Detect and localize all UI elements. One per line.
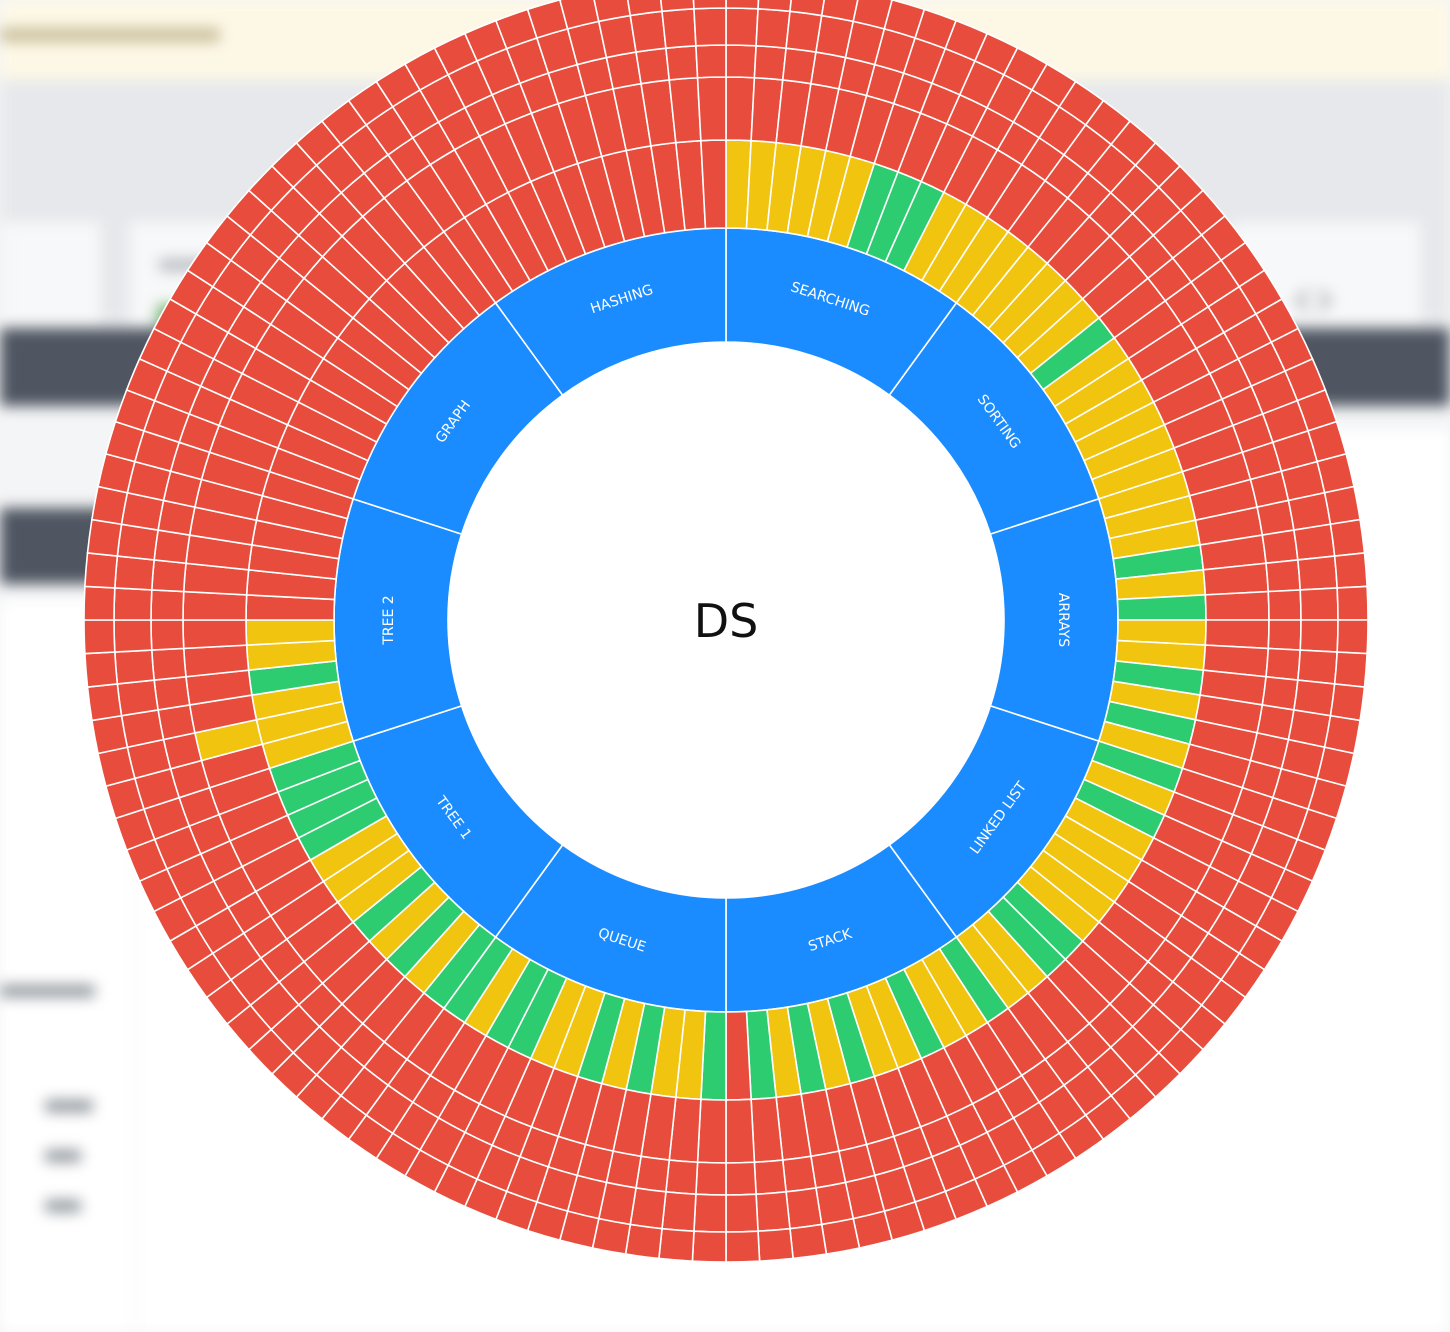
problem-segment-searching-not-started [753, 44, 787, 81]
problem-segment-stack-not-started [789, 1223, 828, 1260]
problem-segment-queue-not-started [696, 1098, 727, 1164]
problem-segment-searching-not-started [725, 76, 756, 142]
topic-segment-arrays [989, 497, 1119, 743]
problem-segment-tree-2-not-started [90, 714, 129, 755]
problem-segment-queue-not-started [658, 1227, 695, 1262]
problem-segment-arrays-not-started [1204, 590, 1270, 621]
topic-label-arrays: ARRAYS [1055, 593, 1071, 648]
problem-segment-arrays-not-started [1333, 552, 1368, 589]
problem-segment-searching-not-started [725, 0, 760, 10]
problem-segment-arrays-not-started [1336, 619, 1369, 655]
problem-segment-hashing-not-started [692, 0, 727, 10]
problem-segment-hashing-not-started [629, 10, 667, 53]
problem-segment-tree-2-not-started [84, 552, 119, 589]
problem-segment-tree-2-not-started [84, 651, 119, 688]
topic-progress-sunburst: SEARCHINGSORTINGARRAYSLINKED LISTSTACKQU… [83, 0, 1369, 1263]
problem-segment-tree-2-not-started [153, 529, 191, 565]
problem-segment-arrays-not-started [1256, 499, 1295, 536]
topic-label-tree-2: TREE 2 [381, 595, 397, 645]
problem-segment-arrays-not-started [1333, 651, 1368, 688]
problem-segment-arrays-not-started [1261, 675, 1299, 711]
problem-segment-arrays-not-started [1267, 589, 1302, 621]
problem-segment-tree-2-not-started [113, 555, 156, 591]
problem-segment-queue-not-started [695, 1161, 727, 1196]
problem-segment-hashing-not-started [665, 44, 699, 81]
problem-segment-arrays-not-started [1329, 683, 1366, 722]
problem-segment-arrays-not-started [1261, 529, 1299, 565]
problem-segment-queue-not-started [693, 1193, 727, 1233]
problem-segment-queue-not-started [665, 1159, 699, 1196]
problem-segment-stack-not-started [725, 1193, 759, 1233]
problem-segment-tree-2-not-started [153, 675, 191, 711]
problem-segment-arrays-done [1116, 594, 1207, 621]
problem-segment-stack-not-started [820, 1217, 861, 1256]
problem-segment-searching-not-started [757, 0, 792, 13]
problem-segment-stack-not-started [757, 1227, 794, 1262]
problem-segment-tree-2-not-started [150, 559, 187, 593]
problem-segment-arrays-not-started [1299, 587, 1339, 621]
problem-segment-stack-not-started [753, 1159, 787, 1196]
center-label: DS [694, 594, 759, 648]
problem-segment-hashing-not-started [661, 7, 697, 50]
problem-segment-tree-2-not-started [182, 619, 248, 650]
problem-segment-hashing-not-started [660, 0, 695, 13]
problem-segment-arrays-not-started [1267, 619, 1302, 651]
problem-segment-searching-not-started [725, 7, 759, 47]
problem-segment-tree-2-not-started [182, 590, 248, 621]
problem-segment-arrays-not-started [1299, 619, 1339, 653]
problem-segment-hashing-not-started [696, 76, 727, 142]
problem-segment-stack-not-started [810, 1150, 847, 1189]
problem-segment-tree-2-not-started [113, 587, 153, 621]
problem-segment-arrays-not-started [1265, 559, 1302, 593]
problem-segment-searching-not-started [755, 7, 791, 50]
problem-segment-tree-2-not-started [150, 647, 187, 681]
problem-segment-stack-not-started [725, 1098, 756, 1164]
problem-segment-stack-not-started [725, 1230, 761, 1263]
problem-segment-stack-not-started [781, 1155, 817, 1193]
problem-segment-arrays-not-started [1329, 518, 1366, 557]
problem-segment-stack-not-started [725, 1161, 757, 1196]
problem-segment-hashing-not-started [693, 7, 727, 47]
problem-segment-queue-not-started [661, 1190, 697, 1233]
problem-segment-arrays-not-started [1296, 649, 1339, 685]
problem-segment-arrays-not-started [1204, 619, 1270, 650]
problem-segment-arrays-not-started [1265, 647, 1302, 681]
problem-segment-queue-not-started [691, 1230, 727, 1263]
problem-segment-tree-2-not-started [150, 619, 185, 651]
problem-segment-arrays-not-started [1323, 485, 1362, 526]
problem-segment-tree-2-not-started [150, 589, 185, 621]
problem-segment-tree-2-not-started [83, 619, 116, 655]
problem-segment-queue-not-started [624, 1223, 663, 1260]
problem-segment-stack-not-started [725, 1010, 752, 1101]
problem-segment-stack-not-started [755, 1190, 791, 1233]
topic-segment-tree-2 [333, 497, 463, 743]
problem-segment-queue-not-started [635, 1155, 671, 1193]
problem-segment-tree-2-in-progress [245, 619, 336, 646]
problem-segment-tree-2-not-started [83, 585, 116, 621]
problem-segment-tree-2-not-started [86, 518, 123, 557]
problem-segment-searching-not-started [781, 47, 817, 85]
problem-segment-arrays-not-started [1293, 523, 1336, 561]
problem-segment-hashing-not-started [700, 139, 727, 230]
problem-segment-arrays-not-started [1296, 555, 1339, 591]
problem-segment-tree-2-not-started [113, 619, 153, 653]
problem-segment-tree-2-not-started [86, 683, 123, 722]
problem-segment-hashing-not-started [695, 44, 727, 79]
problem-segment-tree-2-not-started [116, 679, 159, 717]
problem-segment-tree-2-not-started [157, 704, 196, 741]
problem-segment-hashing-not-started [635, 47, 671, 85]
problem-segment-searching-not-started [725, 44, 757, 79]
problem-segment-tree-2-not-started [113, 649, 156, 685]
problem-segment-stack-not-started [785, 1187, 823, 1230]
problem-segment-arrays-not-started [1336, 585, 1369, 621]
problem-segment-hashing-not-started [605, 51, 642, 90]
